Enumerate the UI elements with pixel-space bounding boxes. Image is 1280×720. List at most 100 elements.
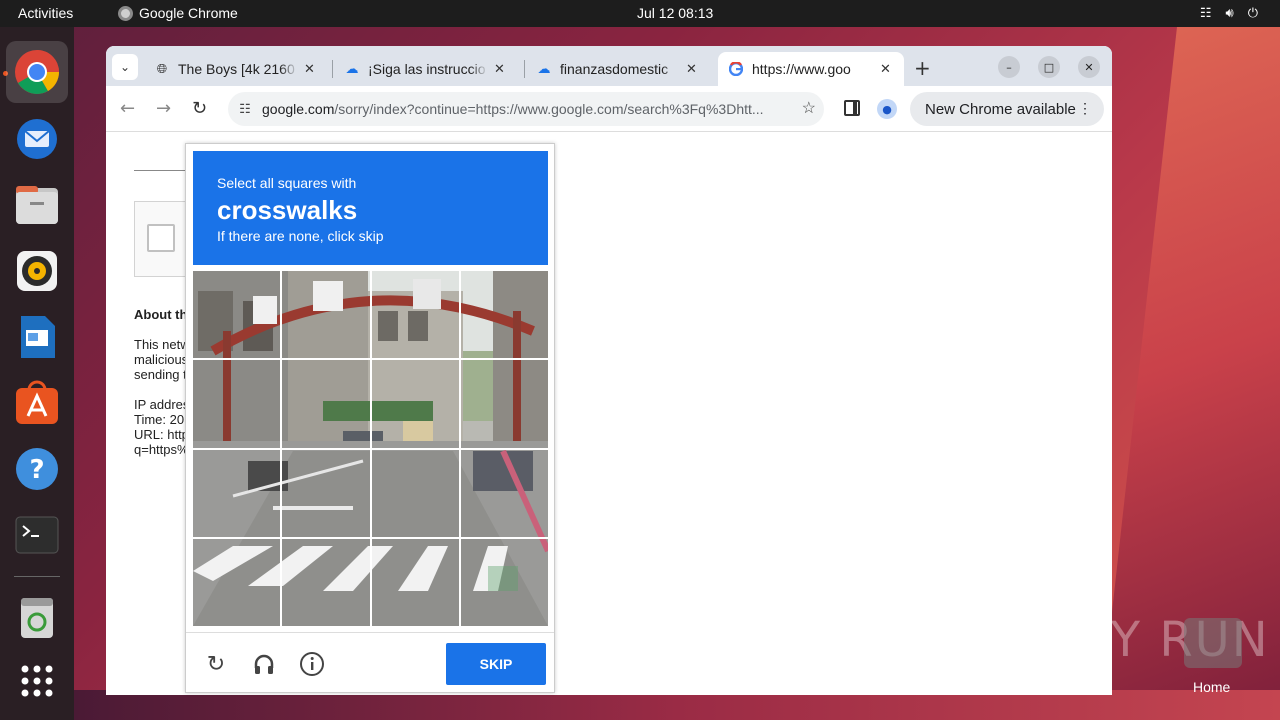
dock-terminal[interactable] — [13, 511, 61, 559]
tile-image — [371, 449, 459, 537]
captcha-instruction: Select all squares with — [217, 175, 357, 191]
url-path: /sorry/index?continue=https://www.google… — [334, 101, 764, 117]
tile-image — [193, 538, 281, 626]
thunderbird-icon — [17, 119, 57, 159]
plus-icon: + — [914, 56, 931, 80]
tab-title: ¡Siga las instruccio — [368, 61, 486, 77]
dock-chrome[interactable] — [6, 41, 68, 103]
forward-button[interactable]: → — [156, 98, 171, 119]
side-panel-icon[interactable] — [844, 100, 860, 116]
bookmark-star-icon[interactable]: ☆ — [802, 98, 816, 118]
recaptcha-checkbox[interactable] — [147, 224, 175, 252]
clock[interactable]: Jul 12 08:13 — [637, 5, 713, 21]
new-tab-button[interactable]: + — [914, 56, 931, 80]
tab-google-active[interactable]: https://www.goo ✕ — [718, 52, 904, 86]
maximize-button[interactable]: □ — [1038, 56, 1060, 78]
minimize-icon: – — [1006, 60, 1012, 74]
address-bar[interactable]: ☷ google.com/sorry/index?continue=https:… — [228, 92, 824, 126]
info-icon[interactable] — [299, 651, 325, 677]
captcha-tile[interactable] — [371, 538, 459, 626]
writer-icon — [21, 316, 55, 358]
captcha-header: Select all squares with crosswalks If th… — [193, 151, 548, 265]
reload-challenge-icon[interactable]: ↻ — [203, 651, 229, 677]
captcha-tile[interactable] — [371, 360, 459, 448]
close-icon: ✕ — [1084, 60, 1094, 74]
tile-image — [282, 538, 370, 626]
close-icon[interactable]: ✕ — [880, 61, 891, 77]
chrome-icon — [15, 50, 59, 94]
captcha-tile[interactable] — [460, 538, 548, 626]
tab-finanzas[interactable]: ☁ finanzasdomestic ✕ — [526, 52, 707, 86]
back-button[interactable]: ← — [120, 98, 135, 119]
arrow-right-icon: → — [156, 98, 172, 119]
update-chrome-button[interactable]: New Chrome available ⋮ — [910, 92, 1104, 126]
tile-image — [460, 538, 548, 626]
tab-the-boys[interactable]: 🌐︎ The Boys [4k 2160 ✕ — [144, 52, 325, 86]
tile-image — [282, 271, 370, 359]
globe-icon: 🌐︎ — [156, 61, 168, 76]
files-icon — [16, 186, 58, 224]
download-icon: ☁ — [537, 61, 551, 76]
activities-button[interactable]: Activities — [18, 5, 73, 21]
dock-thunderbird[interactable] — [13, 113, 61, 161]
captcha-image-grid — [193, 271, 548, 626]
system-tray[interactable]: ☷ 🔊︎ ⏻ — [1200, 5, 1258, 21]
more-menu-icon[interactable]: ⋮ — [1078, 100, 1092, 117]
dock-trash[interactable] — [13, 593, 61, 641]
update-label: New Chrome available — [925, 100, 1076, 118]
captcha-tile[interactable] — [193, 449, 281, 537]
google-icon — [728, 61, 744, 77]
tab-title: finanzasdomestic — [560, 61, 669, 77]
dock-help[interactable]: ? — [13, 445, 61, 493]
dock-show-apps[interactable] — [13, 657, 61, 705]
home-folder-icon[interactable] — [1184, 618, 1242, 668]
tab-siga[interactable]: ☁ ¡Siga las instruccio ✕ — [334, 52, 515, 86]
captcha-tile[interactable] — [193, 360, 281, 448]
close-icon[interactable]: ✕ — [686, 61, 697, 77]
captcha-tile[interactable] — [460, 271, 548, 359]
skip-button[interactable]: SKIP — [446, 643, 546, 685]
reload-button[interactable]: ↻ — [192, 98, 207, 119]
close-icon[interactable]: ✕ — [304, 61, 315, 77]
dock-app-center[interactable] — [13, 379, 61, 427]
captcha-tile[interactable] — [282, 538, 370, 626]
app-center-icon — [16, 380, 58, 424]
url-text[interactable]: google.com/sorry/index?continue=https://… — [262, 101, 787, 117]
captcha-tile[interactable] — [371, 449, 459, 537]
tab-search-button[interactable]: ⌄ — [112, 54, 138, 80]
tab-separator — [332, 60, 333, 78]
captcha-tile[interactable] — [193, 271, 281, 359]
captcha-tile[interactable] — [371, 271, 459, 359]
dock-writer[interactable] — [13, 313, 61, 361]
profile-icon[interactable]: ● — [877, 99, 897, 119]
captcha-tile[interactable] — [460, 360, 548, 448]
network-icon: ☷ — [1199, 5, 1212, 20]
arrow-left-icon: ← — [120, 98, 136, 119]
minimize-button[interactable]: – — [998, 56, 1020, 78]
tile-image — [193, 271, 281, 359]
dock-rhythmbox[interactable] — [13, 247, 61, 295]
rhythmbox-icon — [17, 251, 57, 291]
chevron-down-icon: ⌄ — [119, 60, 131, 74]
audio-challenge-icon[interactable] — [251, 651, 277, 677]
app-menu[interactable]: Google Chrome — [118, 5, 238, 21]
captcha-tile[interactable] — [282, 449, 370, 537]
captcha-tile[interactable] — [193, 538, 281, 626]
close-window-button[interactable]: ✕ — [1078, 56, 1100, 78]
chrome-icon — [118, 5, 133, 21]
captcha-tile[interactable] — [282, 271, 370, 359]
close-icon[interactable]: ✕ — [494, 61, 505, 77]
captcha-tile[interactable] — [460, 449, 548, 537]
top-bar: Activities Google Chrome Jul 12 08:13 ☷ … — [0, 0, 1280, 27]
site-info-icon[interactable]: ☷ — [228, 101, 262, 117]
dock-files[interactable] — [13, 181, 61, 229]
tile-image — [193, 360, 281, 448]
home-label[interactable]: Home — [1193, 679, 1230, 695]
power-icon: ⏻ — [1247, 5, 1258, 20]
tile-image — [371, 360, 459, 448]
app-name: Google Chrome — [139, 5, 238, 21]
maximize-icon: □ — [1043, 60, 1055, 74]
volume-icon: 🔊︎ — [1225, 5, 1234, 20]
tile-image — [282, 449, 370, 537]
captcha-tile[interactable] — [282, 360, 370, 448]
